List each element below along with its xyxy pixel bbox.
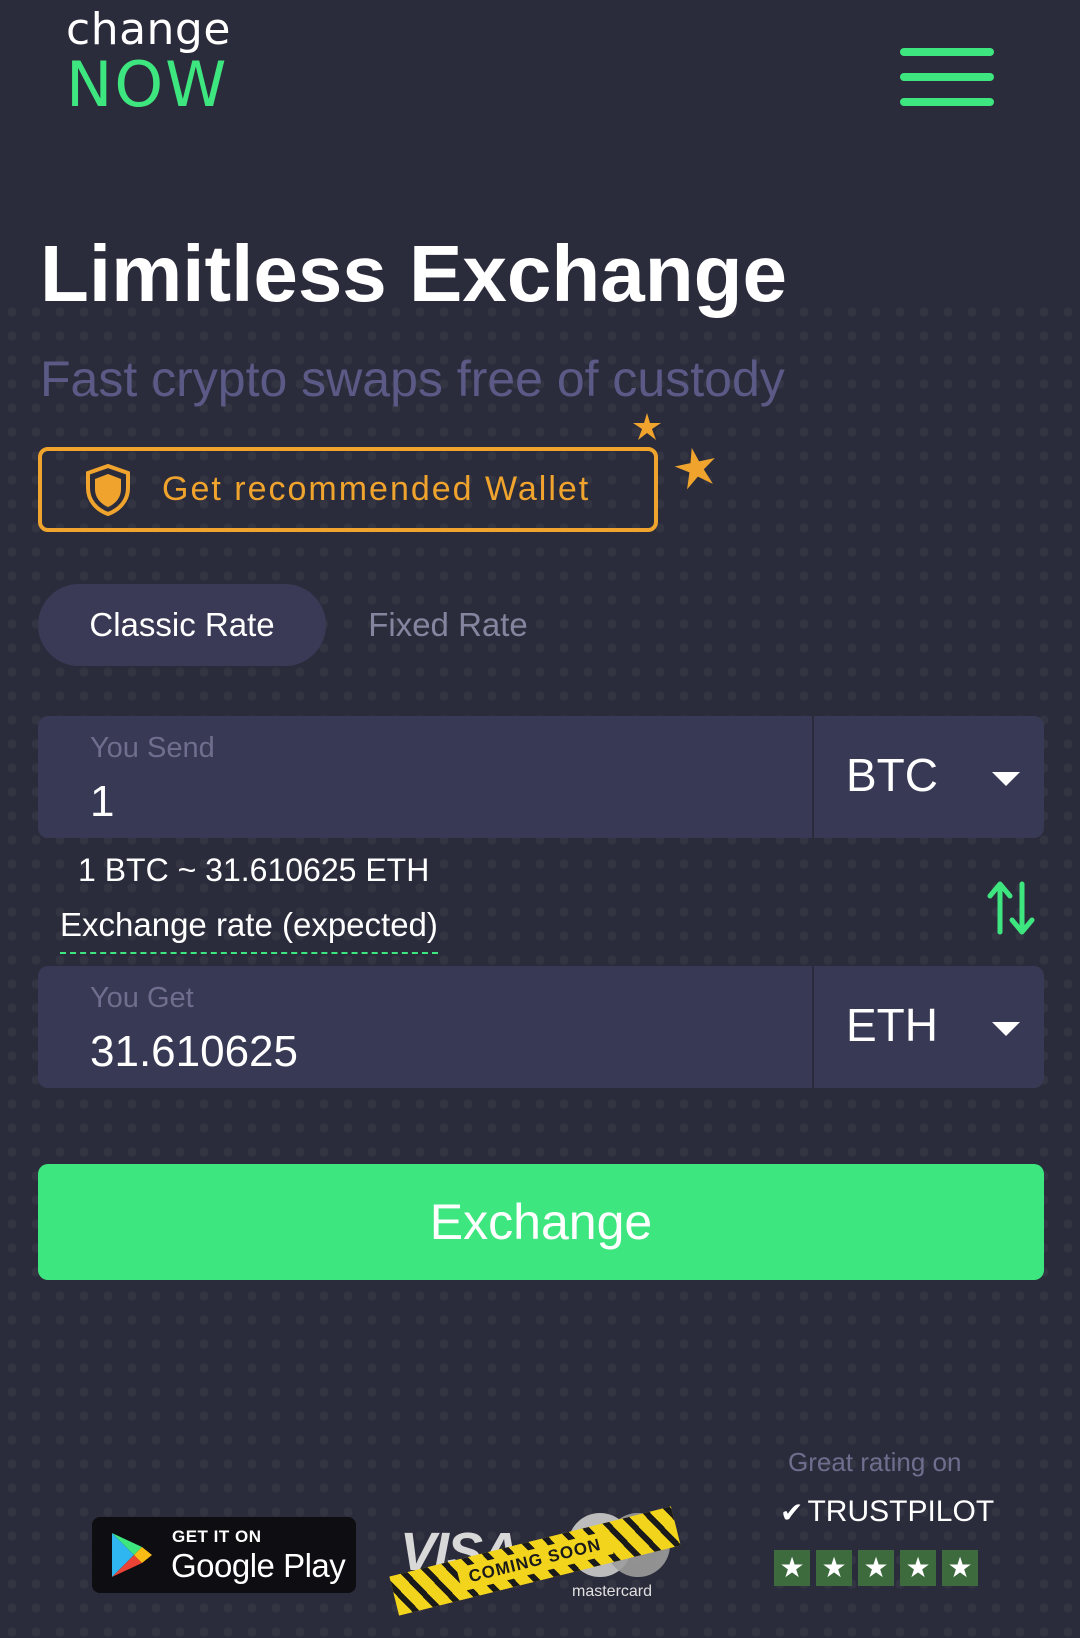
visa-mastercard-coming-soon: VISA mastercard COMING SOON (389, 1505, 682, 1616)
exchange-rate-label[interactable]: Exchange rate (expected) (60, 906, 438, 954)
send-amount-input[interactable] (90, 774, 790, 830)
google-play-small-label: GET IT ON (172, 1527, 262, 1546)
google-play-badge[interactable]: GET IT ON Google Play (92, 1517, 356, 1593)
shield-icon (86, 463, 130, 516)
star-icon: ★ (942, 1550, 978, 1586)
star-icon: ★ (900, 1550, 936, 1586)
send-field-label: You Send (90, 732, 215, 764)
page-title: Limitless Exchange (40, 229, 787, 318)
get-field-label: You Get (90, 982, 194, 1014)
trustpilot-stars: ★ ★ ★ ★ ★ (774, 1550, 978, 1586)
google-play-icon (112, 1533, 152, 1577)
swap-arrows-icon[interactable] (984, 880, 1038, 936)
sparkle-star-icon (674, 447, 715, 490)
trustpilot-link[interactable]: ✔ TRUSTPILOT (780, 1495, 994, 1529)
chevron-down-icon (992, 772, 1020, 786)
get-currency-select[interactable]: ETH (814, 966, 1044, 1088)
chevron-down-icon (992, 1022, 1020, 1036)
header: change NOW (0, 0, 1080, 150)
logo-change-text: change (66, 4, 231, 55)
get-currency-label: ETH (846, 999, 938, 1051)
wallet-button-label: Get recommended Wallet (162, 470, 591, 508)
star-icon: ★ (816, 1550, 852, 1586)
changenow-logo[interactable]: change NOW (66, 8, 231, 116)
google-play-label: Google Play (171, 1547, 346, 1584)
sparkle-star-icon (633, 413, 661, 440)
trustpilot-label: TRUSTPILOT (807, 1495, 995, 1528)
get-amount-input[interactable] (90, 1024, 790, 1080)
page-subtitle: Fast crypto swaps free of custody (40, 351, 785, 407)
rating-caption: Great rating on (788, 1447, 962, 1477)
tab-fixed-rate[interactable]: Fixed Rate (328, 584, 568, 666)
send-currency-select[interactable]: BTC (814, 716, 1044, 838)
exchange-button[interactable]: Exchange (38, 1164, 1044, 1280)
star-icon: ★ (858, 1550, 894, 1586)
check-icon: ✔ (780, 1496, 804, 1528)
get-recommended-wallet-button[interactable]: Get recommended Wallet (38, 447, 658, 532)
exchange-rate-value: 1 BTC ~ 31.610625 ETH (78, 852, 430, 888)
hamburger-menu-icon[interactable] (900, 48, 994, 106)
send-field: You Send BTC (38, 716, 1044, 838)
mastercard-logo: mastercard (572, 1583, 653, 1600)
send-currency-label: BTC (846, 749, 938, 801)
star-icon: ★ (774, 1550, 810, 1586)
logo-now-text: NOW (66, 48, 229, 121)
tab-classic-rate[interactable]: Classic Rate (38, 584, 326, 666)
get-field: You Get ETH (38, 966, 1044, 1088)
